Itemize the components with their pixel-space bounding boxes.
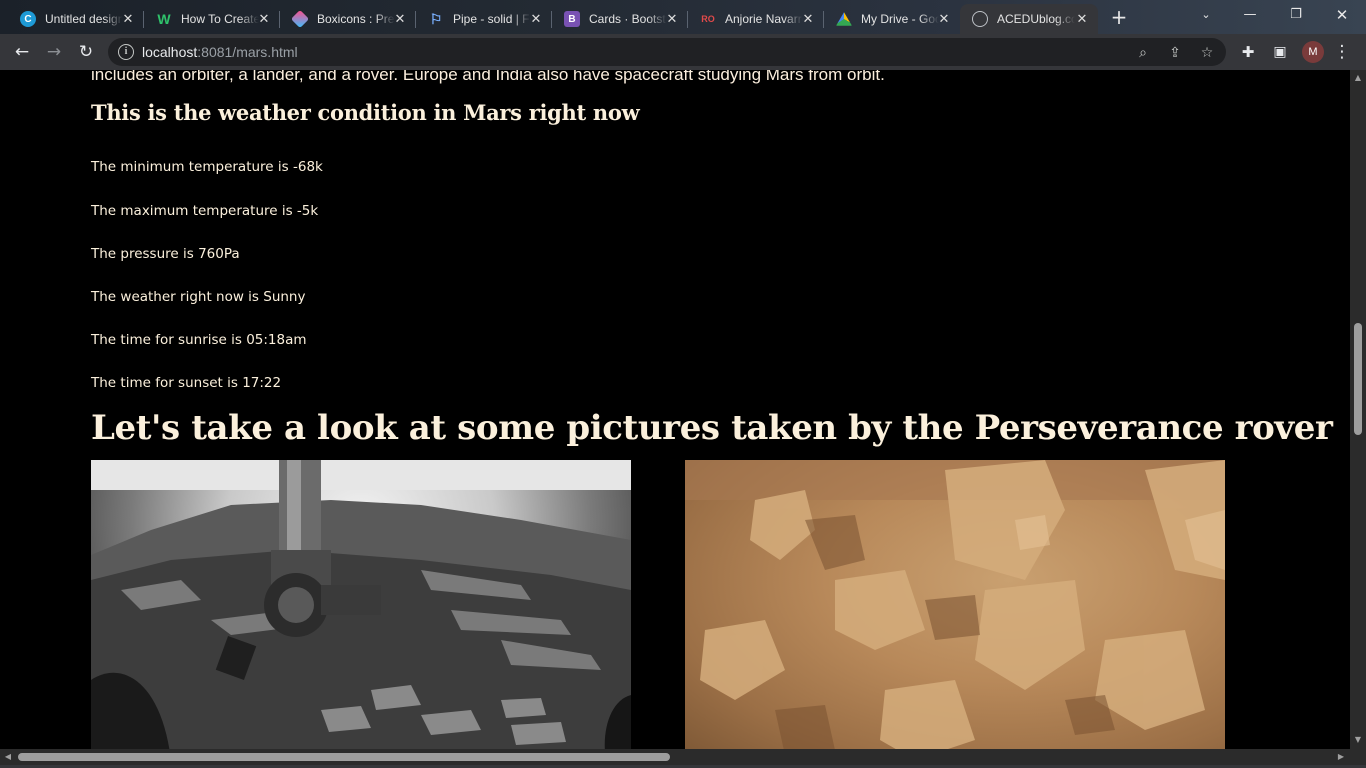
- webflow-icon: W: [157, 11, 171, 27]
- close-tab-icon[interactable]: ✕: [120, 11, 136, 27]
- sunset-text: The time for sunset is 17:22: [91, 375, 282, 391]
- reload-button[interactable]: ↻: [74, 40, 98, 64]
- side-panel-icon[interactable]: ▣: [1268, 40, 1292, 64]
- max-temperature-text: The maximum temperature is -5k: [91, 203, 319, 219]
- page-viewport: includes an orbiter, a lander, and a rov…: [0, 70, 1350, 749]
- browser-tab-5[interactable]: B Cards · Bootstrap ✕: [552, 4, 688, 34]
- tab-title: Boxicons : Premium: [317, 12, 395, 26]
- horizontal-scroll-thumb[interactable]: [18, 753, 670, 761]
- scrollbar-corner: [1350, 749, 1366, 765]
- globe-icon: [972, 11, 988, 27]
- browser-tab-7[interactable]: My Drive - Google ✕: [824, 4, 960, 34]
- drive-icon: [836, 12, 852, 26]
- profile-avatar[interactable]: M: [1302, 41, 1324, 63]
- close-tab-icon[interactable]: ✕: [664, 11, 680, 27]
- tab-title: Pipe - solid | Font: [453, 12, 531, 26]
- tab-strip: C Untitled design ✕ W How To Create ✕ Bo…: [0, 0, 1366, 34]
- rover-arm-grayscale-photo: [91, 460, 631, 749]
- close-tab-icon[interactable]: ✕: [528, 11, 544, 27]
- new-tab-button[interactable]: +: [1106, 5, 1132, 29]
- vertical-scrollbar[interactable]: ▲ ▼: [1350, 70, 1366, 749]
- weather-condition-text: The weather right now is Sunny: [91, 289, 306, 305]
- tab-title: Untitled design: [45, 12, 123, 26]
- close-tab-icon[interactable]: ✕: [800, 11, 816, 27]
- scroll-up-arrow-icon[interactable]: ▲: [1353, 73, 1363, 82]
- browser-tab-3[interactable]: Boxicons : Premium ✕: [280, 4, 416, 34]
- bootstrap-icon: B: [564, 11, 580, 27]
- tab-title: Anjorie Navarro: [725, 12, 803, 26]
- scroll-down-arrow-icon[interactable]: ▼: [1353, 735, 1363, 744]
- tab-title: How To Create: [181, 12, 259, 26]
- scroll-right-arrow-icon[interactable]: ▶: [1336, 752, 1346, 761]
- close-tab-icon[interactable]: ✕: [1074, 11, 1090, 27]
- tab-title: Cards · Bootstrap: [589, 12, 667, 26]
- forward-button[interactable]: →: [42, 40, 66, 64]
- horizontal-scrollbar[interactable]: ◀ ▶: [0, 749, 1350, 765]
- flag-icon: ⚐: [429, 10, 443, 27]
- close-window-button[interactable]: ✕: [1322, 4, 1362, 26]
- browser-tab-6[interactable]: RO Anjorie Navarro ✕: [688, 4, 824, 34]
- intro-paragraph: includes an orbiter, a lander, and a rov…: [91, 70, 885, 84]
- share-icon[interactable]: ⇪: [1166, 44, 1184, 62]
- address-bar[interactable]: i localhost:8081/mars.html ⌕ ⇪ ☆: [108, 38, 1226, 66]
- close-tab-icon[interactable]: ✕: [392, 11, 408, 27]
- mars-rocks-color-photo: [685, 460, 1225, 749]
- ro-icon: RO: [701, 14, 715, 24]
- close-tab-icon[interactable]: ✕: [936, 11, 952, 27]
- pressure-text: The pressure is 760Pa: [91, 246, 240, 262]
- browser-tab-1[interactable]: C Untitled design ✕: [8, 4, 144, 34]
- tab-search-button[interactable]: ⌄: [1186, 4, 1226, 26]
- back-button[interactable]: ←: [10, 40, 34, 64]
- extensions-puzzle-icon[interactable]: ✚: [1236, 40, 1260, 64]
- restore-button[interactable]: ❐: [1276, 4, 1316, 26]
- url-text[interactable]: localhost:8081/mars.html: [142, 44, 298, 60]
- weather-heading: This is the weather condition in Mars ri…: [91, 100, 640, 125]
- tab-title: My Drive - Google: [861, 12, 939, 26]
- scroll-left-arrow-icon[interactable]: ◀: [3, 752, 13, 761]
- zoom-icon[interactable]: ⌕: [1134, 44, 1152, 62]
- tab-title: ACEDUblog.com: [997, 12, 1075, 26]
- browser-tab-8-active[interactable]: ACEDUblog.com ✕: [960, 4, 1098, 34]
- min-temperature-text: The minimum temperature is -68k: [91, 159, 323, 175]
- close-tab-icon[interactable]: ✕: [256, 11, 272, 27]
- browser-tab-2[interactable]: W How To Create ✕: [144, 4, 280, 34]
- menu-kebab-icon[interactable]: ⋮: [1330, 40, 1354, 64]
- canva-icon: C: [20, 11, 36, 27]
- browser-toolbar: ← → ↻ i localhost:8081/mars.html ⌕ ⇪ ☆ ✚…: [0, 34, 1366, 70]
- browser-tab-4[interactable]: ⚐ Pipe - solid | Font ✕: [416, 4, 552, 34]
- pictures-heading: Let's take a look at some pictures taken…: [91, 408, 1333, 448]
- site-info-icon[interactable]: i: [118, 44, 134, 60]
- sunrise-text: The time for sunrise is 05:18am: [91, 332, 307, 348]
- vertical-scroll-thumb[interactable]: [1354, 323, 1362, 435]
- minimize-button[interactable]: —: [1230, 4, 1270, 26]
- boxicons-icon: [290, 9, 310, 29]
- bookmark-star-icon[interactable]: ☆: [1198, 44, 1216, 62]
